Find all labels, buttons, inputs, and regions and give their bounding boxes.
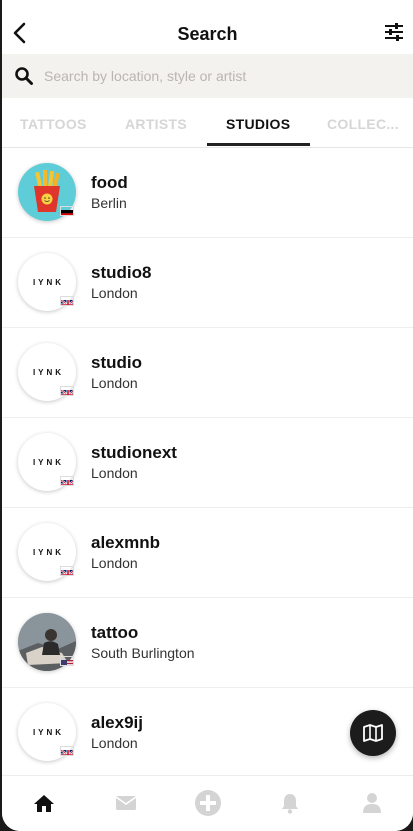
map-icon (363, 724, 383, 742)
nav-add[interactable] (193, 788, 223, 818)
nav-home[interactable] (29, 788, 59, 818)
studio-logo: IYNK (32, 547, 65, 557)
flag-uk-icon (60, 746, 74, 756)
filter-button[interactable] (383, 21, 405, 43)
studio-city: London (91, 555, 138, 571)
tab-tattoos[interactable]: TATTOOS (20, 116, 87, 132)
home-icon (34, 795, 54, 812)
studio-city: South Burlington (91, 645, 195, 661)
bottom-nav (2, 775, 413, 831)
studio-city: London (91, 465, 138, 481)
app-screen: Search TATTOOS ARTISTS STUDIOS COLLEC... (2, 0, 413, 831)
map-button[interactable] (350, 710, 396, 756)
studio-name: studio8 (91, 263, 152, 282)
flag-uk-icon (60, 566, 74, 576)
studio-city: Berlin (91, 195, 127, 211)
studio-name: alex9ij (91, 713, 143, 732)
flag-uk-icon (60, 386, 74, 396)
search-bar (2, 54, 413, 98)
page-title: Search (177, 24, 238, 44)
flag-us-icon (60, 656, 74, 666)
search-input[interactable] (44, 68, 364, 84)
nav-profile[interactable] (357, 788, 387, 818)
bell-icon (282, 794, 298, 814)
studio-list: food Berlin IYNK studio8 London IYNK stu… (2, 148, 413, 778)
flag-uk-icon (60, 296, 74, 306)
flag-germany-icon (60, 206, 74, 216)
sliders-icon (385, 23, 403, 41)
studio-logo: IYNK (32, 457, 65, 467)
studio-row[interactable]: IYNK studionext London (2, 418, 413, 508)
studio-logo: IYNK (32, 727, 65, 737)
studio-city: London (91, 285, 138, 301)
studio-logo: IYNK (32, 277, 65, 287)
studio-name: studionext (91, 443, 177, 462)
search-icon (15, 67, 33, 85)
studio-name: studio (91, 353, 142, 372)
studio-city: London (91, 735, 138, 751)
studio-row[interactable]: tattoo South Burlington (2, 598, 413, 688)
tab-collections[interactable]: COLLEC... (327, 116, 399, 132)
studio-row[interactable]: IYNK alexmnb London (2, 508, 413, 598)
studio-logo: IYNK (32, 367, 65, 377)
add-icon (195, 790, 221, 816)
studio-name: tattoo (91, 623, 139, 642)
studio-name: alexmnb (91, 533, 160, 552)
studio-row[interactable]: IYNK studio London (2, 328, 413, 418)
profile-icon (363, 793, 381, 813)
mail-icon (115, 796, 137, 810)
flag-uk-icon (60, 476, 74, 486)
header: Search (2, 0, 413, 54)
active-tab-indicator (207, 143, 310, 146)
tab-artists[interactable]: ARTISTS (125, 116, 187, 132)
nav-messages[interactable] (111, 788, 141, 818)
tab-bar: TATTOOS ARTISTS STUDIOS COLLEC... (2, 98, 413, 148)
tab-studios[interactable]: STUDIOS (226, 116, 290, 132)
studio-name: food (91, 173, 128, 192)
studio-city: London (91, 375, 138, 391)
studio-row[interactable]: IYNK studio8 London (2, 238, 413, 328)
studio-row[interactable]: food Berlin (2, 148, 413, 238)
nav-notifications[interactable] (275, 788, 305, 818)
